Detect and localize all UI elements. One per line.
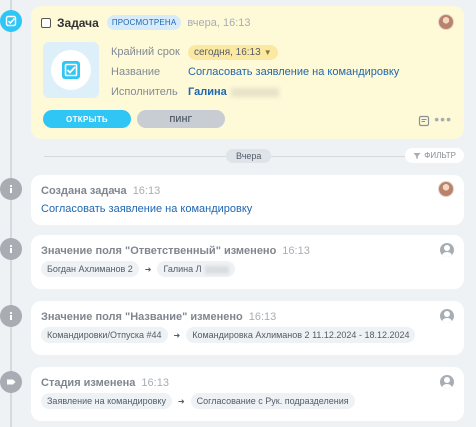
- info-icon: [0, 305, 22, 327]
- event-card: Стадия изменена 16:13 Заявление на команд…: [31, 367, 464, 421]
- user-icon[interactable]: [440, 309, 454, 323]
- day-label: Вчера: [226, 149, 272, 163]
- task-title[interactable]: Задача: [57, 16, 99, 30]
- task-fields: Крайний срок сегодня, 16:13 ▼ Название Со…: [111, 42, 399, 102]
- new-value-chip: Командировка Ахлиманов 2 11.12.2024 - 18…: [186, 327, 416, 343]
- task-icon: [51, 50, 91, 90]
- arrow-right-icon: ➜: [177, 396, 185, 406]
- event-title: Значение поля "Название" изменено 16:13: [41, 311, 277, 323]
- info-icon: [0, 238, 22, 260]
- assignee-row: Исполнитель Галина: [111, 82, 399, 102]
- status-badge: просмотрена: [106, 15, 182, 30]
- event-task-link[interactable]: Согласовать заявление на командировку: [41, 203, 252, 215]
- task-card: Задача просмотрена вчера, 16:13 Крайний …: [31, 6, 464, 139]
- arrow-right-icon: ➜: [144, 264, 152, 274]
- avatar[interactable]: [438, 14, 454, 30]
- old-value-chip: Командировки/Отпуска #44: [41, 327, 168, 343]
- more-icon[interactable]: •••: [434, 112, 452, 126]
- open-button[interactable]: открыть: [43, 110, 131, 128]
- event-title: Значение поля "Ответственный" изменено 16…: [41, 245, 310, 257]
- name-label: Название: [111, 66, 161, 78]
- info-icon: [0, 178, 22, 200]
- old-value-chip: Заявление на командировку: [41, 393, 172, 409]
- event-card: Значение поля "Ответственный" изменено 16…: [31, 235, 464, 289]
- assignee-link[interactable]: Галина: [188, 86, 227, 98]
- old-value-chip: Богдан Ахлиманов 2: [41, 261, 139, 277]
- user-icon[interactable]: [440, 375, 454, 389]
- assignee-label: Исполнитель: [111, 86, 178, 98]
- value-change: Заявление на командировку ➜ Согласование…: [41, 393, 355, 409]
- value-change: Богдан Ахлиманов 2 ➜ Галина Л: [41, 261, 235, 277]
- event-card: Создана задача 16:13 Согласовать заявлени…: [31, 175, 464, 225]
- event-title: Стадия изменена 16:13: [41, 377, 169, 389]
- note-icon[interactable]: [418, 114, 430, 132]
- deadline-row: Крайний срок сегодня, 16:13 ▼: [111, 42, 399, 62]
- task-time: вчера, 16:13: [187, 16, 251, 29]
- deadline-label: Крайний срок: [111, 46, 180, 58]
- task-checkmark-icon: [0, 10, 22, 32]
- name-row: Название Согласовать заявление на команд…: [111, 62, 399, 82]
- chevron-down-icon: ▼: [263, 47, 272, 57]
- event-title: Создана задача 16:13: [41, 185, 161, 197]
- task-thumbnail: [43, 42, 99, 98]
- filter-icon: [413, 152, 421, 159]
- stage-tag-icon: [0, 371, 22, 393]
- task-name-link[interactable]: Согласовать заявление на командировку: [188, 66, 399, 78]
- user-icon[interactable]: [440, 243, 454, 257]
- ping-button[interactable]: пинг: [137, 110, 225, 128]
- filter-button[interactable]: фильтр: [405, 148, 464, 163]
- new-value-chip: Галина Л: [157, 261, 235, 277]
- task-header: Задача просмотрена вчера, 16:13: [41, 15, 251, 30]
- deadline-value[interactable]: сегодня, 16:13 ▼: [188, 44, 278, 60]
- redacted-text: [230, 87, 279, 97]
- avatar[interactable]: [438, 181, 454, 197]
- event-card: Значение поля "Название" изменено 16:13 К…: [31, 301, 464, 355]
- task-checkbox[interactable]: [41, 17, 51, 28]
- timeline-line: [10, 0, 12, 427]
- day-divider: Вчера фильтр: [44, 148, 464, 164]
- new-value-chip: Согласование с Рук. подразделения: [190, 393, 355, 409]
- value-change: Командировки/Отпуска #44 ➜ Командировка …: [41, 327, 416, 343]
- arrow-right-icon: ➜: [173, 330, 181, 340]
